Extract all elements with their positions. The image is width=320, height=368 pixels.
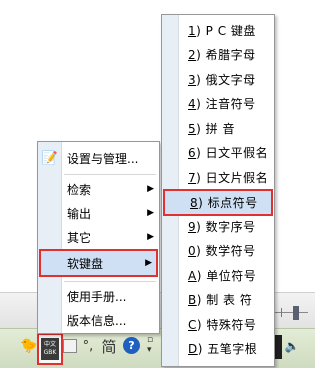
soft-keyboard-item-key: 0 (188, 244, 197, 258)
speaker-icon[interactable]: 🔈 (284, 338, 300, 354)
soft-keyboard-item[interactable]: D) 五笔字根 (163, 337, 273, 361)
simplified-toggle[interactable]: 简 (99, 335, 119, 357)
soft-keyboard-item-text: 标点符号 (207, 195, 258, 210)
soft-keyboard-item[interactable]: 3) 俄文字母 (163, 67, 273, 91)
ime-badge-bottom: GBK (43, 349, 57, 356)
soft-keyboard-item[interactable]: 7) 日文片假名 (163, 165, 273, 189)
soft-keyboard-submenu: 1) P C 键盘 2) 希腊字母 3) 俄文字母 4) 注音符号 5) 拼 音 6) 日… (161, 14, 275, 367)
slider-tick (281, 308, 282, 317)
menu-item-output[interactable]: 输出 ▶ (39, 201, 158, 225)
settings-icon: 📝 (41, 150, 59, 166)
menu-separator (64, 174, 156, 175)
submenu-arrow-icon: ▶ (147, 208, 154, 218)
soft-keyboard-item-label: 6) 日文平假名 (188, 146, 269, 160)
soft-keyboard-item-text: 日文平假名 (205, 146, 269, 160)
soft-keyboard-item-label: C) 特殊符号 (188, 317, 257, 332)
soft-keyboard-item-key: D (188, 342, 198, 356)
soft-keyboard-item[interactable]: 9) 数字序号 (163, 214, 273, 238)
soft-keyboard-item-key: 5 (188, 121, 197, 136)
soft-keyboard-item-text: 注音符号 (205, 97, 256, 111)
soft-keyboard-item-text: 数字序号 (205, 219, 256, 234)
soft-keyboard-item-label: A) 单位符号 (188, 268, 257, 283)
soft-keyboard-item-label: B) 制 表 符 (188, 293, 253, 307)
manual-label: 使用手册... (67, 289, 127, 304)
soft-keyboard-item-text: 制 表 符 (206, 293, 253, 307)
soft-keyboard-item-label: 9) 数字序号 (188, 219, 256, 234)
soft-keyboard-item[interactable]: 5) 拼 音 (163, 116, 273, 140)
slider-thumb[interactable] (293, 306, 299, 320)
ime-context-menu: 📝 设置与管理... 检索 ▶ 输出 ▶ 其它 ▶ 软键盘 ▶ 使用手册... … (37, 141, 160, 334)
soft-keyboard-item-key: A (188, 268, 197, 283)
settings-label: 设置与管理... (67, 151, 139, 166)
soft-keyboard-item-key: 4 (188, 97, 197, 111)
soft-keyboard-item-label: 2) 希腊字母 (188, 48, 256, 62)
menu-item-other[interactable]: 其它 ▶ (39, 225, 158, 249)
menu-item-label: 软键盘 (67, 256, 104, 271)
submenu-arrow-icon: ▶ (147, 184, 154, 194)
ime-badge-top: 中文 (43, 341, 56, 348)
submenu-arrow-icon: ▶ (147, 232, 154, 242)
soft-keyboard-item-label: 0) 数学符号 (188, 244, 256, 258)
version-menu-item[interactable]: 版本信息... (39, 308, 158, 332)
soft-keyboard-item-text: P C 键盘 (205, 23, 256, 38)
soft-keyboard-item-text: 拼 音 (205, 121, 235, 136)
menu-item-label: 检索 (67, 182, 92, 197)
menu-item-label: 其它 (67, 230, 92, 245)
soft-keyboard-item-text: 单位符号 (206, 268, 257, 283)
soft-keyboard-item-label: 7) 日文片假名 (188, 170, 269, 185)
soft-keyboard-item-label: 5) 拼 音 (188, 121, 235, 136)
menu-separator (64, 281, 156, 282)
soft-keyboard-item-key: 1 (188, 23, 197, 38)
soft-keyboard-item[interactable]: 4) 注音符号 (163, 92, 273, 116)
soft-keyboard-item-text: 特殊符号 (206, 317, 257, 332)
soft-keyboard-item[interactable]: A) 单位符号 (163, 263, 273, 287)
menu-item-soft-keyboard[interactable]: 软键盘 ▶ (39, 249, 158, 277)
ime-mode-button[interactable]: 中文 GBK (37, 333, 63, 365)
soft-keyboard-item-key: 6 (188, 146, 197, 160)
soft-keyboard-item[interactable]: 8) 标点符号 (163, 188, 273, 216)
punctuation-toggle[interactable]: °, (80, 337, 96, 355)
soft-keyboard-item-label: 1) P C 键盘 (188, 23, 256, 38)
soft-keyboard-item-key: 3 (188, 72, 197, 87)
soft-keyboard-item[interactable]: B) 制 表 符 (163, 288, 273, 312)
soft-keyboard-item-text: 五笔字根 (207, 342, 258, 356)
soft-keyboard-item-label: 4) 注音符号 (188, 97, 256, 111)
soft-keyboard-item-text: 日文片假名 (205, 170, 269, 185)
soft-keyboard-item-key: 2 (188, 48, 197, 62)
soft-keyboard-item[interactable]: 2) 希腊字母 (163, 43, 273, 67)
soft-keyboard-item-label: 3) 俄文字母 (188, 72, 256, 87)
soft-keyboard-item-key: 8 (190, 195, 199, 210)
help-icon[interactable]: ? (123, 337, 140, 354)
soft-keyboard-item[interactable]: 0) 数学符号 (163, 239, 273, 263)
soft-keyboard-item-text: 俄文字母 (205, 72, 256, 87)
manual-menu-item[interactable]: 使用手册... (39, 284, 158, 308)
soft-keyboard-item[interactable]: 6) 日文平假名 (163, 141, 273, 165)
soft-keyboard-item-text: 希腊字母 (205, 48, 256, 62)
settings-menu-item[interactable]: 📝 设置与管理... (39, 146, 158, 170)
ime-badge-icon: 中文 GBK (41, 338, 59, 360)
version-label: 版本信息... (67, 313, 127, 328)
soft-keyboard-item-key: 7 (188, 170, 197, 185)
soft-keyboard-item[interactable]: C) 特殊符号 (163, 312, 273, 336)
fullwidth-toggle-icon[interactable] (63, 339, 77, 353)
soft-keyboard-item-label: 8) 标点符号 (190, 195, 258, 210)
soft-keyboard-item-label: D) 五笔字根 (188, 342, 258, 356)
soft-keyboard-item-key: 9 (188, 219, 197, 234)
soft-keyboard-item-key: B (188, 293, 197, 307)
duck-icon[interactable]: 🐤 (20, 338, 37, 354)
submenu-arrow-icon: ▶ (145, 258, 152, 268)
menu-item-label: 输出 (67, 206, 92, 221)
soft-keyboard-item-key: C (188, 317, 197, 332)
menu-item-search[interactable]: 检索 ▶ (39, 177, 158, 201)
soft-keyboard-item-text: 数学符号 (205, 244, 256, 258)
soft-keyboard-item[interactable]: 1) P C 键盘 (163, 18, 273, 42)
toolbar-options-icon[interactable]: ▫ ▾ (145, 335, 155, 355)
